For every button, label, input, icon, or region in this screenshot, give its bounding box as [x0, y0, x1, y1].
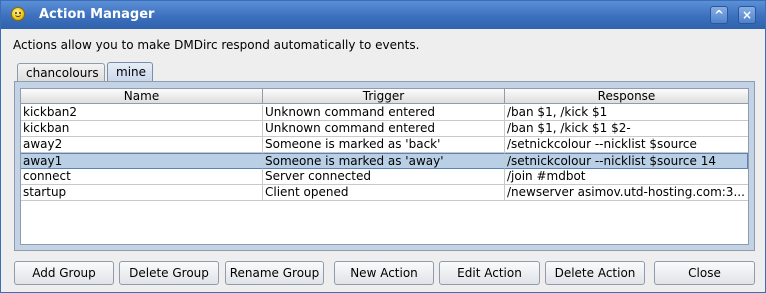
tab-panel: Name Trigger Response kickban2 Unknown c…: [14, 81, 755, 251]
cell-trigger: Unknown command entered: [263, 121, 505, 137]
cell-name: away2: [21, 137, 263, 153]
description-text: Actions allow you to make DMDirc respond…: [13, 38, 420, 52]
action-manager-window: Action Manager ^ × Actions allow you to …: [0, 0, 766, 293]
cell-response: /newserver asimov.utd-hosting.com:3...: [507, 185, 745, 199]
table-row[interactable]: away2 Someone is marked as 'back' /setni…: [21, 137, 748, 153]
window-title: Action Manager: [39, 7, 155, 22]
delete-group-button[interactable]: Delete Group: [119, 261, 219, 285]
close-window-button[interactable]: ×: [738, 6, 756, 24]
table-header: Name Trigger Response: [21, 89, 748, 104]
delete-action-button[interactable]: Delete Action: [545, 261, 645, 285]
cell-response: /setnickcolour --nicklist $source: [507, 137, 697, 151]
table-row[interactable]: kickban Unknown command entered /ban $1,…: [21, 121, 748, 137]
cell-response: /ban $1, /kick $1: [507, 105, 608, 119]
add-group-button[interactable]: Add Group: [14, 261, 114, 285]
cell-response: /setnickcolour --nicklist $source 14: [505, 153, 748, 169]
actions-table: Name Trigger Response kickban2 Unknown c…: [20, 88, 749, 245]
cell-trigger: Someone is marked as 'back': [263, 137, 505, 153]
cell-response: /ban $1, /kick $1 $2-: [507, 121, 631, 135]
cell-trigger: Unknown command entered: [263, 105, 505, 121]
table-row-selected[interactable]: away1 Someone is marked as 'away' /setni…: [21, 153, 748, 169]
cell-name: kickban2: [21, 105, 263, 121]
tab-chancolours[interactable]: chancolours: [17, 63, 105, 82]
cell-name: away1: [21, 153, 263, 169]
chevron-up-icon: ^: [713, 8, 725, 22]
smiley-icon: [11, 7, 25, 21]
tab-mine[interactable]: mine: [107, 62, 153, 82]
cell-name: connect: [21, 169, 263, 185]
table-row[interactable]: startup Client opened /newserver asimov.…: [21, 185, 748, 201]
maximize-button[interactable]: ^: [710, 6, 728, 24]
cell-name: kickban: [21, 121, 263, 137]
column-header-name[interactable]: Name: [21, 89, 263, 104]
close-button[interactable]: Close: [654, 261, 755, 285]
table-row[interactable]: connect Server connected /join #mdbot: [21, 169, 748, 185]
edit-action-button[interactable]: Edit Action: [439, 261, 540, 285]
column-header-response[interactable]: Response: [505, 89, 748, 104]
rename-group-button[interactable]: Rename Group: [225, 261, 324, 285]
title-bar[interactable]: Action Manager ^ ×: [1, 1, 765, 29]
cell-trigger: Client opened: [263, 185, 505, 201]
new-action-button[interactable]: New Action: [334, 261, 434, 285]
cell-response: /join #mdbot: [507, 169, 586, 183]
table-row[interactable]: kickban2 Unknown command entered /ban $1…: [21, 105, 748, 121]
cell-trigger: Server connected: [263, 169, 505, 185]
cell-trigger: Someone is marked as 'away': [263, 153, 505, 169]
close-icon: ×: [741, 8, 753, 22]
column-header-trigger[interactable]: Trigger: [263, 89, 505, 104]
cell-name: startup: [21, 185, 263, 201]
